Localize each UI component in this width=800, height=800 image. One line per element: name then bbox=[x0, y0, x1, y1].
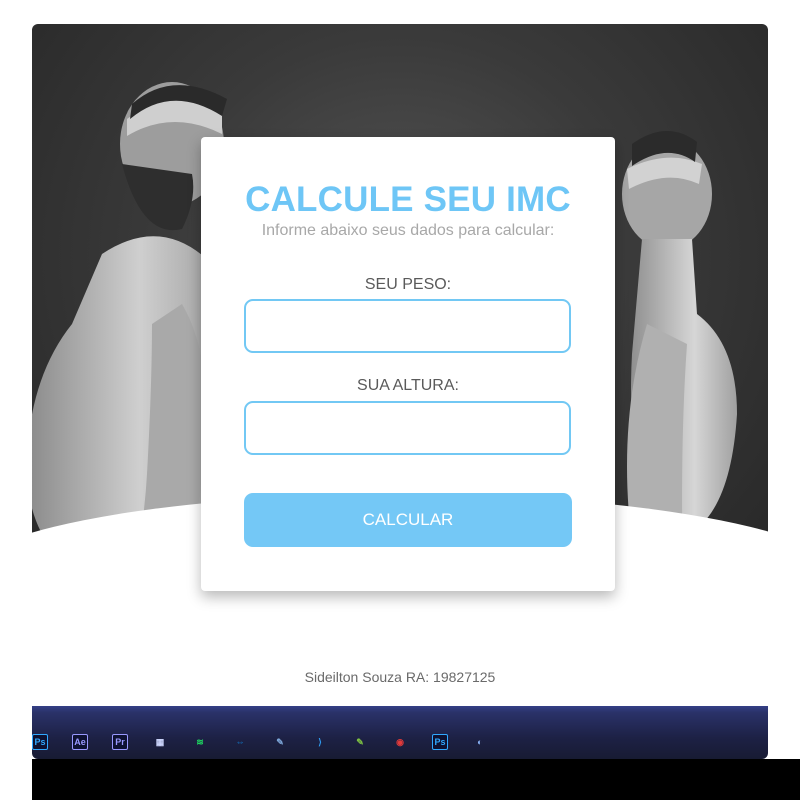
weight-input[interactable] bbox=[244, 299, 571, 353]
app-icon[interactable]: ▦ bbox=[152, 734, 168, 750]
height-label: SUA ALTURA: bbox=[357, 377, 459, 394]
screenshot-frame: CALCULE SEU IMC Informe abaixo seus dado… bbox=[32, 24, 768, 759]
bottom-black-bar bbox=[32, 759, 800, 800]
photoshop-2-icon[interactable]: Ps bbox=[432, 734, 448, 750]
form-subtitle: Informe abaixo seus dados para calcular: bbox=[261, 222, 555, 239]
taskbar-icons: Ps Ae Pr ▦ ≋ ⇔ ✎ ⟩ ✎ ◉ Ps ◐ bbox=[32, 734, 512, 750]
notepad-icon[interactable]: ✎ bbox=[272, 734, 288, 750]
browser-icon[interactable]: ◐ bbox=[472, 734, 488, 750]
taskbar: Ps Ae Pr ▦ ≋ ⇔ ✎ ⟩ ✎ ◉ Ps ◐ bbox=[32, 706, 768, 759]
vscode-icon[interactable]: ⟩ bbox=[312, 734, 328, 750]
photoshop-icon[interactable]: Ps bbox=[32, 734, 48, 750]
weight-label: SEU PESO: bbox=[364, 276, 452, 293]
notepad-plus-icon[interactable]: ✎ bbox=[352, 734, 368, 750]
spotify-icon[interactable]: ≋ bbox=[192, 734, 208, 750]
teamviewer-icon[interactable]: ⇔ bbox=[232, 734, 248, 750]
footer-credit: Sideilton Souza RA: 19827125 bbox=[304, 669, 496, 685]
imc-form-card: CALCULE SEU IMC Informe abaixo seus dado… bbox=[201, 137, 615, 591]
media-player-icon[interactable]: ◉ bbox=[392, 734, 408, 750]
form-title: CALCULE SEU IMC bbox=[245, 180, 571, 219]
premiere-icon[interactable]: Pr bbox=[112, 734, 128, 750]
after-effects-icon[interactable]: Ae bbox=[72, 734, 88, 750]
calculate-button[interactable]: CALCULAR bbox=[244, 493, 572, 547]
height-input[interactable] bbox=[244, 401, 571, 455]
